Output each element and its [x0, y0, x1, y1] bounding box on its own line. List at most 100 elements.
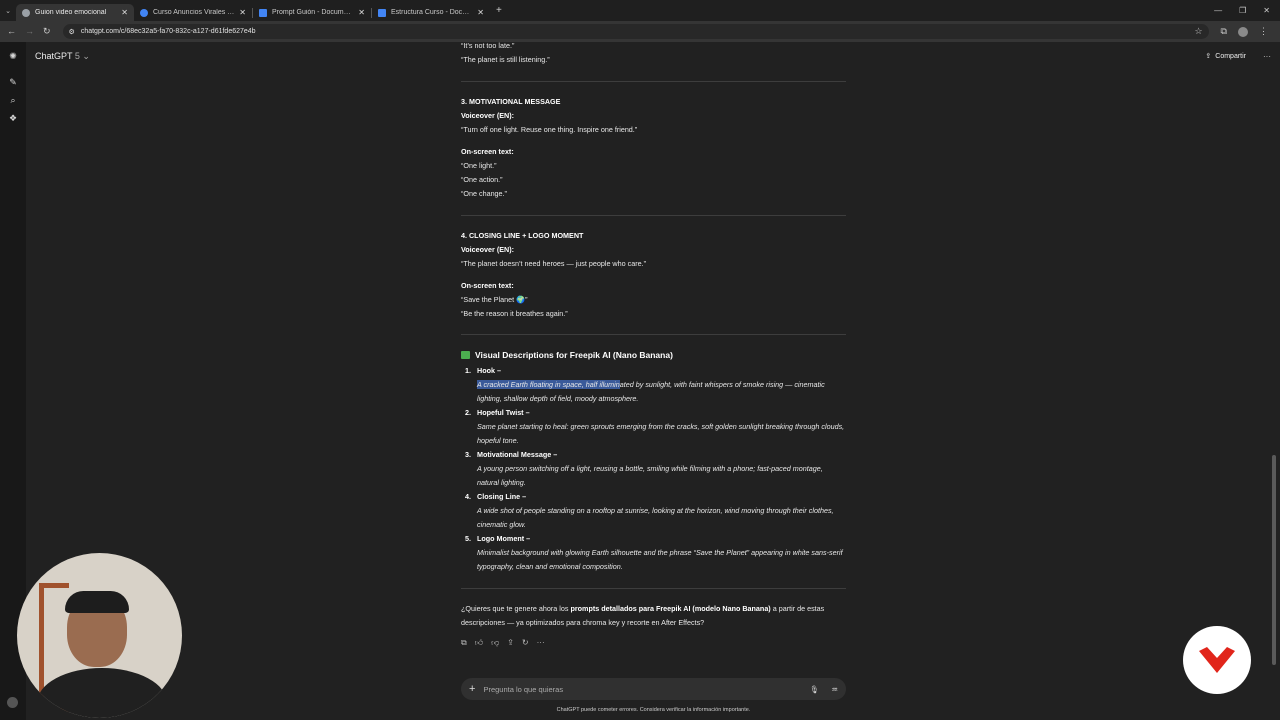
message-actions: ⧉ 👍︎ 👎︎ ⇪ ↻ ···	[461, 636, 846, 650]
followup-bold: prompts detallados para Freepik AI (mode…	[570, 604, 771, 613]
tab-estructura-curso[interactable]: Estructura Curso - Documento... ✕	[372, 4, 490, 21]
assistant-message: “It’s not too late.” “The planet is stil…	[461, 39, 846, 650]
text-line: “The planet is still listening.”	[461, 55, 550, 64]
tab-title: Guion video emocional	[35, 9, 107, 16]
visual-descriptions-heading: Visual Descriptions for Freepik AI (Nano…	[461, 348, 846, 362]
browser-tab-bar: ⌄ Guion video emocional ✕ Curso Anuncios…	[0, 0, 1280, 21]
reload-icon[interactable]: ↻	[43, 26, 51, 37]
minimize-icon[interactable]: —	[1214, 6, 1222, 15]
close-window-icon[interactable]: ✕	[1263, 6, 1270, 15]
tab-search-icon[interactable]: ⌄	[0, 0, 16, 21]
list-item: 3. Motivational Message – A young person…	[461, 448, 846, 490]
add-attachment-icon[interactable]: +	[469, 683, 475, 695]
text-line: “It’s not too late.”	[461, 41, 515, 50]
model-version: 5	[74, 50, 80, 61]
list-number: 4.	[465, 492, 471, 501]
disclaimer-text: ChatGPT puede cometer errores. Considera…	[556, 707, 751, 713]
openai-logo-icon[interactable]: ✺	[0, 47, 26, 65]
item-description: Minimalist background with glowing Earth…	[477, 548, 843, 571]
onscreen-label: On-screen text:	[461, 281, 514, 290]
window-controls: — ❐ ✕	[1214, 6, 1280, 15]
section-heading: 3. MOTIVATIONAL MESSAGE	[461, 97, 561, 106]
forward-icon[interactable]: →	[25, 26, 34, 37]
onscreen-line: “One light.”	[461, 161, 497, 170]
google-favicon-icon	[140, 8, 148, 17]
bookmark-star-icon[interactable]: ☆	[1194, 26, 1202, 37]
item-description: A wide shot of people standing on a roof…	[477, 506, 834, 529]
thumbs-down-icon[interactable]: 👎︎	[491, 636, 499, 650]
model-selector[interactable]: ChatGPT 5 ⌄	[35, 51, 90, 62]
more-options-icon[interactable]: ···	[1263, 52, 1271, 61]
item-label: Closing Line –	[477, 492, 527, 501]
close-tab-icon[interactable]: ✕	[121, 8, 128, 17]
voice-mode-icon[interactable]: ♒︎	[831, 685, 838, 694]
close-tab-icon[interactable]: ✕	[477, 8, 484, 17]
voiceover-label: Voiceover (EN):	[461, 245, 514, 254]
composer-actions: 🎙︎ ♒︎	[810, 685, 838, 694]
share-button[interactable]: ⇪ Compartir	[1205, 52, 1246, 61]
new-chat-icon[interactable]: ✎	[0, 73, 26, 91]
heading-text: Visual Descriptions for Freepik AI (Nano…	[475, 350, 673, 360]
list-number: 3.	[465, 450, 471, 459]
more-actions-icon[interactable]: ···	[537, 636, 545, 650]
onscreen-label: On-screen text:	[461, 147, 514, 156]
onscreen-line: “One action.”	[461, 175, 503, 184]
tab-title: Prompt Guión - Documentos d...	[272, 9, 353, 16]
url-field[interactable]: ⚙ chatgpt.com/c/68ec32a5-fa70-832c-a127-…	[62, 24, 1209, 39]
list-number: 5.	[465, 534, 471, 543]
webcam-overlay	[17, 553, 182, 718]
nav-buttons: ← → ↻	[0, 26, 51, 37]
onscreen-line: “One change.”	[461, 189, 507, 198]
restore-icon[interactable]: ❐	[1239, 6, 1246, 15]
tab-prompt-guion[interactable]: Prompt Guión - Documentos d... ✕	[253, 4, 371, 21]
share-label: Compartir	[1215, 52, 1246, 60]
tab-title: Curso Anuncios Virales - Googl...	[153, 9, 234, 16]
section-heading: 4. CLOSING LINE + LOGO MOMENT	[461, 231, 584, 240]
channel-logo	[1183, 626, 1251, 694]
composer: + Pregunta lo que quieras 🎙︎ ♒︎	[461, 678, 846, 700]
list-number: 2.	[465, 408, 471, 417]
copy-icon[interactable]: ⧉	[461, 636, 467, 650]
browser-menu-icon[interactable]: ⋮	[1259, 26, 1268, 37]
tab-curso-anuncios[interactable]: Curso Anuncios Virales - Googl... ✕	[134, 4, 252, 21]
docs-favicon-icon	[259, 8, 267, 17]
followup-question: ¿Quieres que te genere ahora los prompts…	[461, 602, 846, 630]
extensions-icon[interactable]: ⧉	[1221, 26, 1227, 37]
picture-icon	[461, 351, 470, 359]
new-tab-icon[interactable]: +	[496, 5, 502, 16]
profile-avatar-icon[interactable]	[1237, 26, 1248, 37]
scrollbar[interactable]	[1272, 455, 1276, 665]
visual-descriptions-list: 1. Hook – A cracked Earth floating in sp…	[461, 364, 846, 574]
item-label: Hopeful Twist –	[477, 408, 530, 417]
list-item: 2. Hopeful Twist – Same planet starting …	[461, 406, 846, 448]
site-info-icon[interactable]: ⚙	[69, 28, 75, 36]
microphone-icon[interactable]: 🎙︎	[810, 685, 820, 694]
item-label: Logo Moment –	[477, 534, 531, 543]
close-tab-icon[interactable]: ✕	[239, 8, 246, 17]
item-label: Hook –	[477, 366, 501, 375]
close-tab-icon[interactable]: ✕	[358, 8, 365, 17]
list-item: 1. Hook – A cracked Earth floating in sp…	[461, 364, 846, 406]
library-icon[interactable]: ❖	[0, 109, 26, 127]
search-chats-icon[interactable]: ⌕	[0, 91, 26, 109]
thumbs-up-icon[interactable]: 👍︎	[475, 636, 483, 650]
voiceover-text: “Turn off one light. Reuse one thing. In…	[461, 125, 638, 134]
item-description: A young person switching off a light, re…	[477, 464, 823, 487]
user-avatar[interactable]	[7, 697, 18, 708]
item-description: Same planet starting to heal: green spro…	[477, 422, 845, 445]
regenerate-icon[interactable]: ↻	[522, 636, 529, 650]
chatgpt-favicon-icon	[22, 8, 30, 17]
list-item: 5. Logo Moment – Minimalist background w…	[461, 532, 846, 574]
person-hair	[65, 591, 129, 613]
back-icon[interactable]: ←	[7, 26, 16, 37]
list-number: 1.	[465, 366, 471, 375]
share-message-icon[interactable]: ⇪	[507, 636, 514, 650]
url-text: chatgpt.com/c/68ec32a5-fa70-832c-a127-d6…	[80, 28, 256, 35]
tab-guion-video[interactable]: Guion video emocional ✕	[16, 4, 134, 21]
prompt-input[interactable]: Pregunta lo que quieras	[483, 685, 563, 694]
item-description: A cracked Earth floating in space, half …	[477, 378, 846, 406]
followup-text: ¿Quieres que te genere ahora los	[461, 604, 571, 613]
toolbar-right: ⧉ ⋮	[1221, 26, 1268, 37]
onscreen-line: “Save the Planet 🌍”	[461, 295, 528, 304]
selected-text: A cracked Earth floating in space, half …	[477, 380, 620, 389]
